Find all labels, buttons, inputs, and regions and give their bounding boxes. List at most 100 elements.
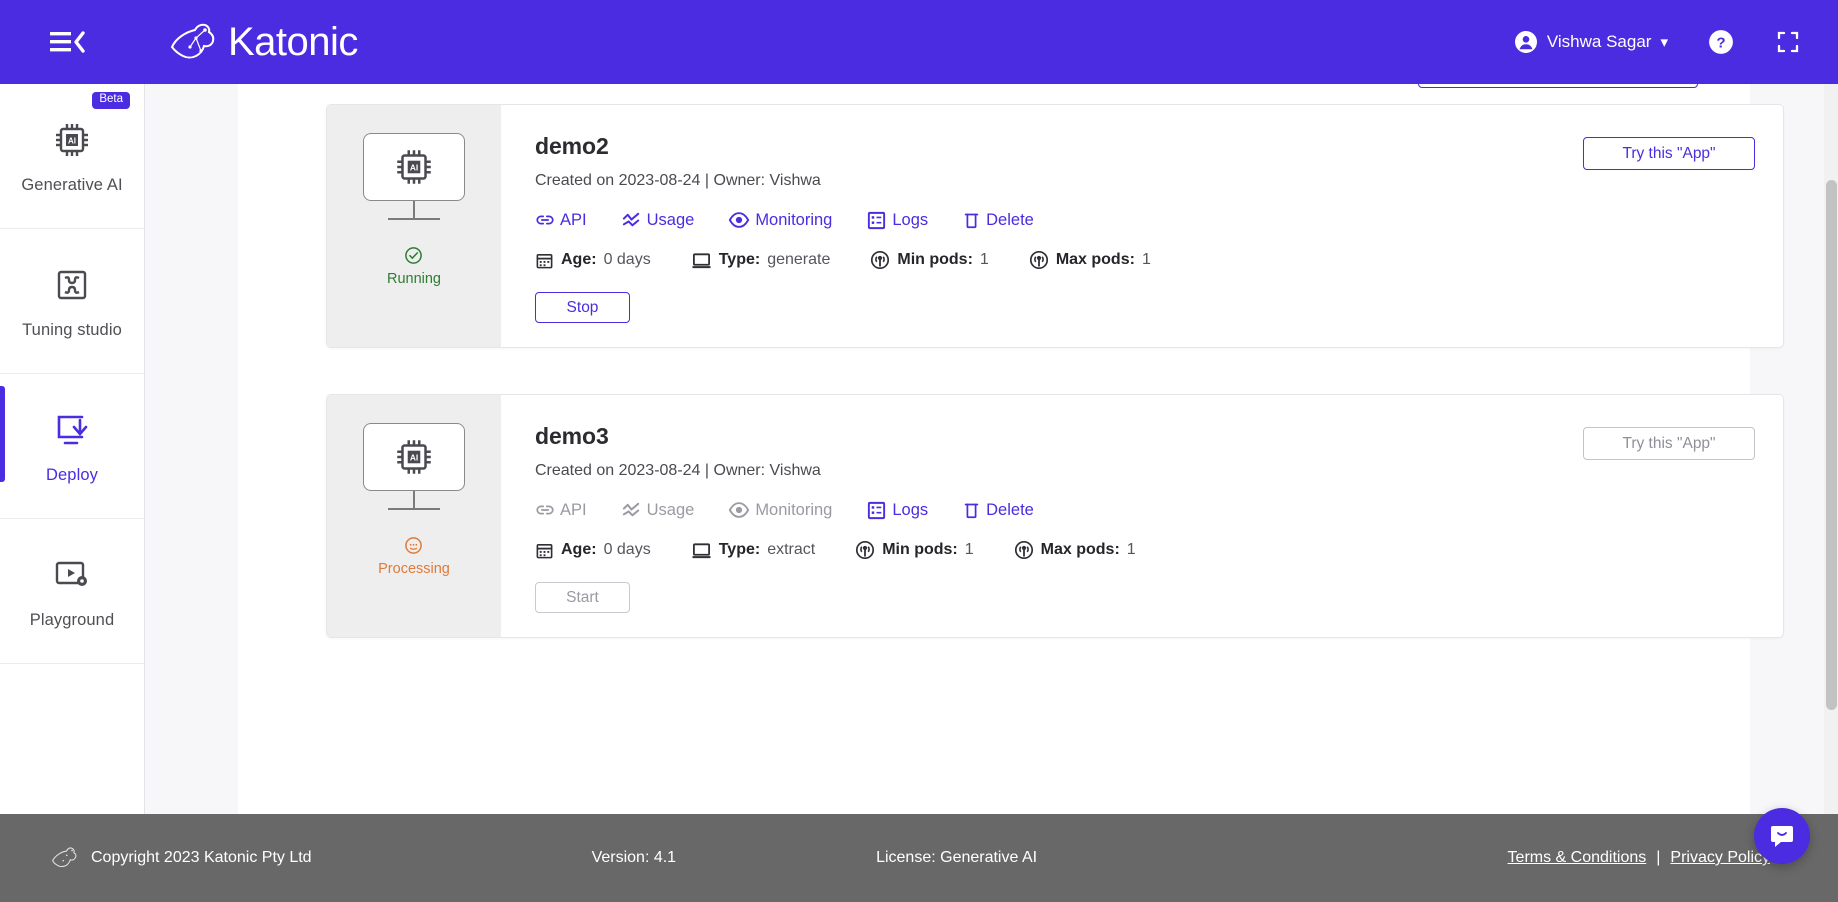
help-circle-icon[interactable]: ?: [1708, 29, 1734, 55]
footer-copyright-text: Copyright 2023 Katonic Pty Ltd: [91, 849, 312, 866]
deployment-actions: API Usage Monitoring Logs Delete: [535, 499, 1783, 521]
eye-icon: [729, 502, 750, 518]
try-app-button[interactable]: Try this "App": [1583, 137, 1755, 170]
trash-icon: [964, 503, 979, 519]
api-link: API: [535, 500, 587, 520]
logs-link[interactable]: Logs: [866, 210, 928, 231]
usage-chart-icon: [622, 212, 639, 226]
usage-chart-icon: [622, 502, 639, 516]
menu-toggle-icon[interactable]: [45, 19, 91, 65]
header-actions: Vishwa Sagar ▾ ?: [1514, 29, 1800, 55]
status-badge: Running: [387, 246, 441, 287]
kangaroo-logo-icon: [170, 23, 215, 59]
pods-icon: [1029, 250, 1048, 270]
sidebar-item-deploy[interactable]: Deploy: [0, 374, 144, 519]
meta-key: Min pods:: [897, 251, 973, 268]
svg-text:AI: AI: [410, 453, 418, 463]
status-label: Running: [386, 271, 441, 287]
thumbnail-base: [388, 218, 440, 220]
link-icon: [536, 505, 554, 515]
meta-key: Age:: [561, 541, 597, 558]
sidebar-item-label: Deploy: [46, 466, 98, 484]
meta-max-pods: Max pods: 1: [1014, 540, 1136, 560]
usage-link[interactable]: Usage: [621, 210, 695, 231]
brand-logo[interactable]: Katonic: [166, 20, 358, 65]
logs-list-icon: [868, 501, 886, 519]
monitor-icon: [692, 542, 711, 558]
trash-icon: [964, 213, 979, 229]
left-sidebar: Beta AI Generative AI Tuning studio Depl…: [0, 84, 145, 814]
svg-text:AI: AI: [68, 137, 76, 146]
meta-value: generate: [767, 251, 831, 268]
sidebar-item-tuning-studio[interactable]: Tuning studio: [0, 229, 144, 374]
deployment-created-owner: Created on 2023-08-24 | Owner: Vishwa: [535, 462, 821, 479]
puzzle-icon: [52, 262, 92, 308]
meta-key: Type:: [718, 541, 761, 558]
link-icon: [536, 215, 554, 225]
calendar-icon: [536, 543, 553, 558]
privacy-link[interactable]: Privacy Policy: [1670, 849, 1770, 867]
try-app-button[interactable]: Try this "App": [1583, 427, 1755, 460]
meta-age: Age: 0 days: [535, 251, 651, 270]
action-label: Usage: [646, 500, 695, 519]
deployment-created-owner: Created on 2023-08-24 | Owner: Vishwa: [535, 172, 821, 189]
pods-icon: [871, 250, 890, 270]
pods-icon: [1014, 540, 1033, 560]
api-link[interactable]: API: [535, 210, 587, 230]
thumbnail-stand: [413, 201, 415, 218]
status-badge: Processing: [378, 536, 450, 577]
page-scrollbar-track[interactable]: [1824, 84, 1838, 814]
usage-link: Usage: [621, 500, 695, 521]
fullscreen-icon[interactable]: [1776, 30, 1800, 54]
deployment-thumbnail: AI: [363, 423, 465, 491]
action-label: Delete: [986, 500, 1034, 519]
deployment-details: demo2 Created on 2023-08-24 | Owner: Vis…: [501, 105, 1783, 347]
sidebar-item-playground[interactable]: Playground: [0, 519, 144, 664]
meta-min-pods: Min pods: 1: [855, 540, 974, 560]
footer-license: License: Generative AI: [876, 849, 1038, 866]
svg-text:?: ?: [1716, 34, 1725, 51]
eye-icon: [729, 212, 750, 228]
logs-link[interactable]: Logs: [866, 500, 928, 521]
deployment-card: AI Processing demo3 Created on 2023-08-2…: [326, 394, 1784, 638]
action-label: Delete: [986, 210, 1034, 229]
main-content: AI Running demo2 Created on 2023-08-24 |…: [145, 84, 1838, 814]
user-avatar-icon: [1514, 31, 1537, 53]
action-label: Logs: [892, 210, 929, 229]
footer-separator: |: [1656, 849, 1661, 866]
deployment-meta: Age: 0 days Type: extract Min pods: 1 Ma…: [535, 540, 1783, 560]
meta-value: 1: [964, 541, 974, 558]
thumbnail-stand: [413, 491, 415, 508]
monitoring-link[interactable]: Monitoring: [728, 209, 832, 231]
meta-value: 1: [1141, 251, 1151, 268]
user-name-label: Vishwa Sagar: [1546, 32, 1652, 51]
meta-key: Age:: [561, 251, 597, 268]
action-label: Monitoring: [755, 210, 833, 229]
stop-button[interactable]: Stop: [535, 292, 630, 323]
meta-min-pods: Min pods: 1: [870, 250, 989, 270]
chat-bubble-button[interactable]: [1754, 808, 1810, 864]
action-label: Usage: [646, 210, 695, 229]
meta-key: Type:: [718, 251, 761, 268]
thumbnail-base: [388, 508, 440, 510]
start-button[interactable]: Start: [535, 582, 630, 613]
app-root: Katonic Vishwa Sagar ▾ ? Beta AI Generat…: [0, 0, 1838, 902]
deploy-download-icon: [52, 407, 92, 453]
meta-age: Age: 0 days: [535, 541, 651, 560]
delete-link[interactable]: Delete: [962, 500, 1034, 520]
footer-copyright: Copyright 2023 Katonic Pty Ltd: [50, 845, 312, 871]
page-scrollbar-thumb[interactable]: [1826, 180, 1837, 710]
action-label: Logs: [892, 500, 929, 519]
sidebar-item-label: Generative AI: [21, 176, 123, 194]
meta-value: extract: [767, 541, 816, 558]
kangaroo-logo-icon: [52, 847, 77, 868]
terms-link[interactable]: Terms & Conditions: [1508, 849, 1647, 867]
action-label: API: [560, 210, 587, 229]
user-menu[interactable]: Vishwa Sagar ▾: [1514, 30, 1668, 54]
processing-circle-icon: [405, 537, 423, 554]
deployment-meta: Age: 0 days Type: generate Min pods: 1 M…: [535, 250, 1783, 270]
footer-version: Version: 4.1: [591, 849, 677, 866]
meta-key: Max pods:: [1040, 541, 1120, 558]
delete-link[interactable]: Delete: [962, 210, 1034, 230]
sidebar-item-generative-ai[interactable]: Beta AI Generative AI: [0, 84, 144, 229]
